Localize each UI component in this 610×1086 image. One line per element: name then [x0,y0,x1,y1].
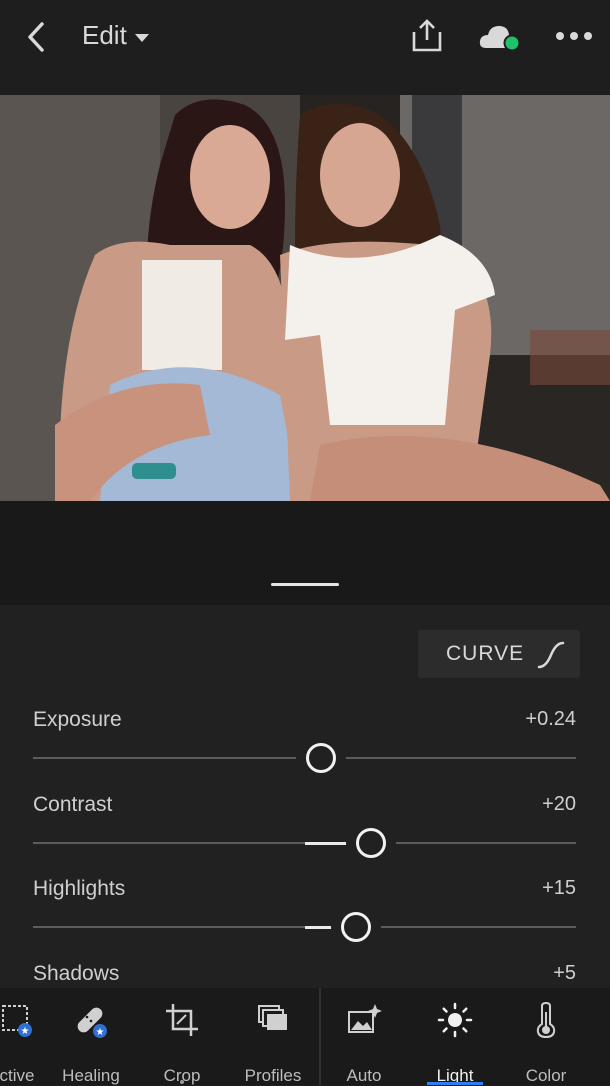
slider-value: +20 [542,793,576,815]
photo-preview[interactable] [0,95,610,501]
slider-knob[interactable] [356,828,386,858]
svg-text:★: ★ [21,1026,30,1037]
highlights-slider[interactable]: Highlights +15 [33,877,576,947]
svg-text:★: ★ [96,1027,105,1038]
portrait-photo [0,95,610,501]
selective-icon: ★ [2,1005,32,1037]
panel-drag-area [0,501,610,605]
crop-icon [166,1004,198,1036]
tone-curve-icon [537,641,565,669]
slider-value: +0.24 [525,708,576,730]
slider-value: +15 [542,877,576,899]
top-bar: Edit [0,0,610,95]
tool-light[interactable]: Light [410,1002,500,1085]
contrast-slider[interactable]: Contrast +20 [33,793,576,863]
slider-fill [305,926,340,929]
slider-track[interactable] [33,757,576,759]
healing-bandage-icon: ★ [77,1007,107,1038]
tool-profiles[interactable]: Profiles [228,1002,318,1085]
slider-label: Shadows [33,962,120,985]
tool-label: Auto [346,1066,382,1085]
slider-label: Exposure [33,708,122,731]
share-icon[interactable] [410,18,444,54]
slider-label: Contrast [33,793,113,816]
edit-mode-dropdown[interactable]: Edit [82,20,149,51]
profiles-icon [258,1005,287,1030]
edit-mode-label: Edit [82,20,127,50]
auto-icon [348,1004,382,1033]
caret-down-icon [134,33,149,42]
exposure-slider[interactable]: Exposure +0.24 [33,708,576,778]
tool-crop[interactable]: Crop [137,1002,227,1085]
more-options-icon[interactable] [554,26,594,46]
slider-fill [305,842,355,845]
cloud-sync-icon[interactable] [478,22,522,56]
tool-label: Healing [62,1066,120,1085]
tool-label: Profiles [244,1066,302,1085]
slider-knob[interactable] [341,912,371,942]
tool-healing[interactable]: ★ Healing [46,1002,136,1085]
slider-knob[interactable] [306,743,336,773]
tool-label: Color [525,1066,567,1085]
bottom-toolbar: ★ ctive ★ Healing Crop Profiles Auto Lig… [0,988,610,1085]
curve-button-label: CURVE [446,642,525,665]
tool-color[interactable]: Color [501,1002,591,1085]
tool-auto[interactable]: Auto [319,1002,409,1085]
light-sun-icon [437,1002,473,1038]
slider-label: Highlights [33,877,126,900]
light-panel: CURVE Exposure +0.24 Contrast +20 Highli… [0,605,610,988]
slider-value: +5 [553,962,576,984]
color-thermometer-icon [536,1002,556,1038]
crop-indicator-dot [180,1080,184,1084]
back-chevron-icon[interactable] [22,20,52,54]
curve-button[interactable]: CURVE [418,630,580,678]
panel-drag-handle[interactable] [271,583,339,586]
